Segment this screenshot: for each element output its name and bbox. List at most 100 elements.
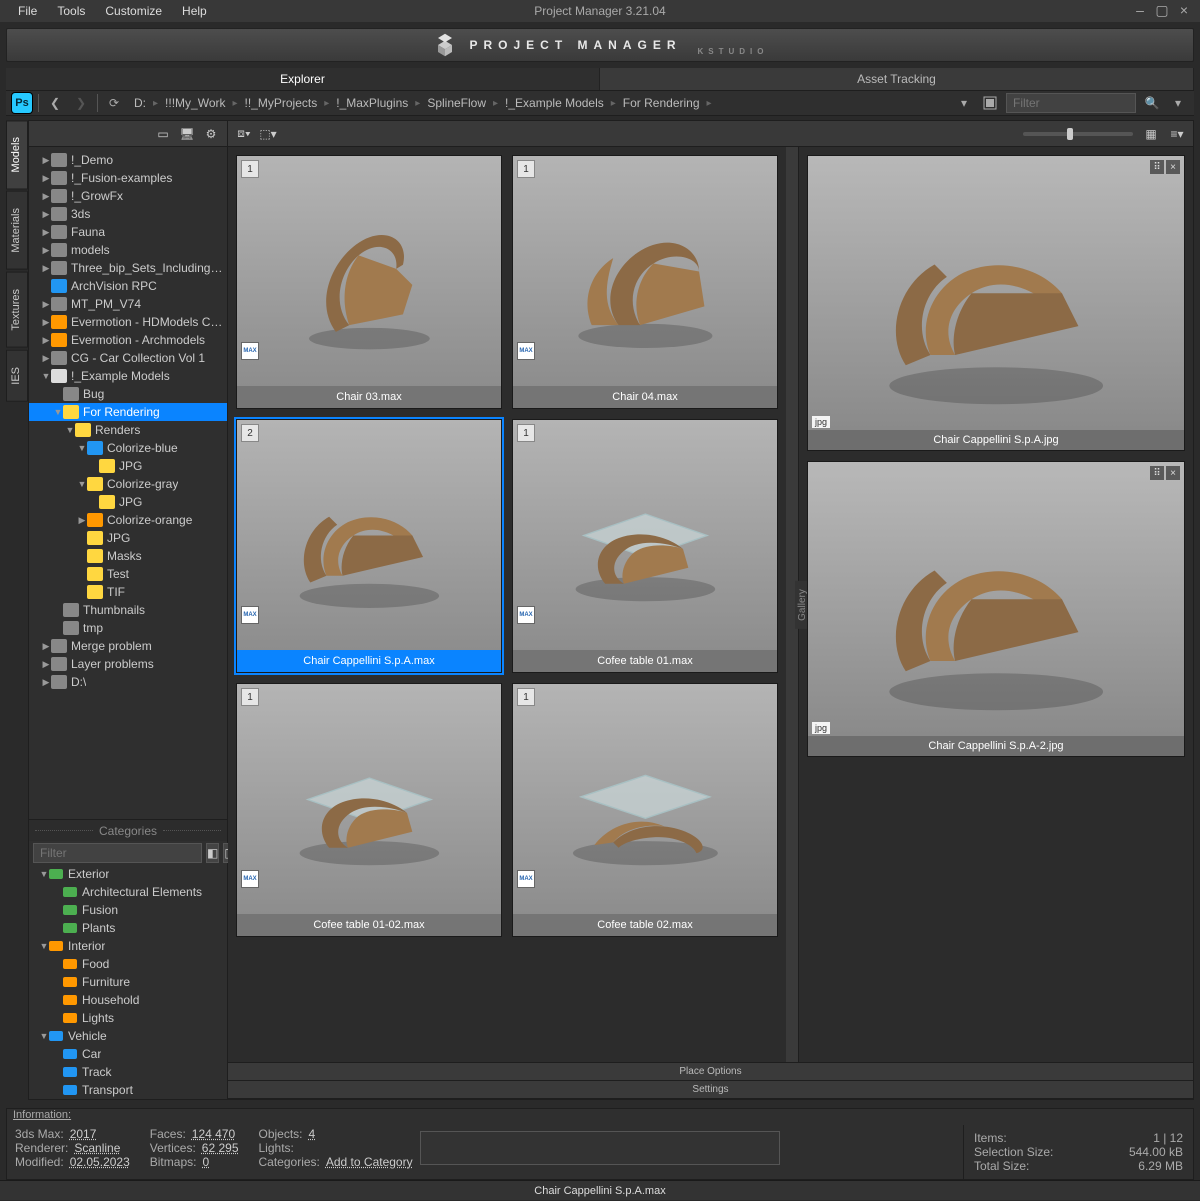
gallery-card[interactable]: ⠿× jpg Chair Cappellini S.p.A.jpg [807, 155, 1185, 451]
sidetab-ies[interactable]: IES [6, 350, 28, 402]
move-icon[interactable]: ⠿ [1150, 160, 1164, 174]
display-mode-icon[interactable] [980, 93, 1000, 113]
tree-item[interactable]: ▶Evermotion - Archmodels [29, 331, 227, 349]
tree-item[interactable]: ▶Evermotion - HDModels Cars v [29, 313, 227, 331]
breadcrumb-item[interactable]: For Rendering [623, 96, 700, 110]
thumbnail-grid[interactable]: 1 MAX Chair 03.max1 MAX Chair 04.max2 MA… [228, 147, 786, 1062]
category-item[interactable]: Track [29, 1063, 227, 1081]
tree-item[interactable]: Thumbnails [29, 601, 227, 619]
view-list-icon[interactable]: ≡▾ [1169, 126, 1185, 142]
tree-item[interactable]: ▼!_Example Models [29, 367, 227, 385]
category-item[interactable]: Transport [29, 1081, 227, 1099]
tree-item[interactable]: ▶Fauna [29, 223, 227, 241]
nav-back[interactable]: ❮ [45, 93, 65, 113]
status-drop-area[interactable] [420, 1131, 780, 1165]
gear-icon[interactable]: ⚙ [203, 126, 219, 142]
sidetab-models[interactable]: Models [6, 120, 28, 189]
category-item[interactable]: Food [29, 955, 227, 973]
category-item[interactable]: ▼Vehicle [29, 1027, 227, 1045]
breadcrumb-item[interactable]: D: [134, 96, 146, 110]
tree-item[interactable]: ▶!_Fusion-examples [29, 169, 227, 187]
category-tree[interactable]: ▼ExteriorArchitectural ElementsFusionPla… [29, 865, 227, 1099]
category-item[interactable]: ▼Interior [29, 937, 227, 955]
tree-item[interactable]: ▶Colorize-orange [29, 511, 227, 529]
move-icon[interactable]: ⠿ [1150, 466, 1164, 480]
thumbnail-card[interactable]: 1 MAX Chair 04.max [512, 155, 778, 409]
filter-drop-icon[interactable]: ▾ [1168, 93, 1188, 113]
tree-item[interactable]: ▼Renders [29, 421, 227, 439]
nav-fwd[interactable]: ❯ [71, 93, 91, 113]
menu-tools[interactable]: Tools [47, 4, 95, 18]
tool-cube-icon[interactable]: ⧈▾ [236, 126, 252, 142]
breadcrumb-item[interactable]: !_Example Models [505, 96, 604, 110]
window-minimize[interactable]: – [1130, 3, 1150, 19]
window-maximize[interactable]: ▢ [1152, 3, 1172, 19]
tree-item[interactable]: ▶!_GrowFx [29, 187, 227, 205]
thumbnail-card[interactable]: 2 MAX Chair Cappellini S.p.A.max [236, 419, 502, 673]
photoshop-icon[interactable]: Ps [12, 93, 32, 113]
category-item[interactable]: Fusion [29, 901, 227, 919]
tree-item[interactable]: ▶Layer problems [29, 655, 227, 673]
tree-item[interactable]: ▼Colorize-gray [29, 475, 227, 493]
tree-item[interactable]: JPG [29, 457, 227, 475]
tree-item[interactable]: ▼For Rendering [29, 403, 227, 421]
tree-item[interactable]: ArchVision RPC [29, 277, 227, 295]
window-close[interactable]: × [1174, 3, 1194, 19]
tree-item[interactable]: ▶Merge problem [29, 637, 227, 655]
tree-item[interactable]: Masks [29, 547, 227, 565]
tree-item[interactable]: ▶CG - Car Collection Vol 1 [29, 349, 227, 367]
new-folder-icon[interactable]: ▭ [155, 126, 171, 142]
breadcrumb-item[interactable]: !_MaxPlugins [336, 96, 408, 110]
folder-tree[interactable]: ▶!_Demo▶!_Fusion-examples▶!_GrowFx▶3ds▶F… [29, 147, 227, 819]
thumbnail-card[interactable]: 1 MAX Chair 03.max [236, 155, 502, 409]
bottom-tab-settings[interactable]: Settings [228, 1081, 1193, 1099]
category-item[interactable]: Car [29, 1045, 227, 1063]
menu-file[interactable]: File [8, 4, 47, 18]
tree-item[interactable]: Bug [29, 385, 227, 403]
menu-help[interactable]: Help [172, 4, 217, 18]
view-grid-icon[interactable]: ▦ [1143, 126, 1159, 142]
tab-asset-tracking[interactable]: Asset Tracking [600, 68, 1194, 90]
close-icon[interactable]: × [1166, 160, 1180, 174]
category-item[interactable]: Household [29, 991, 227, 1009]
gallery-card[interactable]: ⠿× jpg Chair Cappellini S.p.A-2.jpg [807, 461, 1185, 757]
tree-item[interactable]: ▼Colorize-blue [29, 439, 227, 457]
thumbnail-card[interactable]: 1 MAX Cofee table 01.max [512, 419, 778, 673]
breadcrumb-item[interactable]: SplineFlow [427, 96, 486, 110]
category-item[interactable]: Furniture [29, 973, 227, 991]
tab-explorer[interactable]: Explorer [6, 68, 600, 90]
tree-item[interactable]: JPG [29, 493, 227, 511]
breadcrumb-dropdown[interactable]: ▾ [954, 93, 974, 113]
tree-item[interactable]: JPG [29, 529, 227, 547]
category-item[interactable]: ▼Exterior [29, 865, 227, 883]
bottom-tab-place[interactable]: Place Options [228, 1063, 1193, 1081]
sidetab-materials[interactable]: Materials [6, 191, 28, 270]
monitor-icon[interactable]: 🖥 [179, 126, 195, 142]
tree-item[interactable]: Test [29, 565, 227, 583]
tree-item[interactable]: tmp [29, 619, 227, 637]
nav-refresh[interactable]: ⟳ [104, 93, 124, 113]
breadcrumb-item[interactable]: !!_MyProjects [245, 96, 318, 110]
tree-item[interactable]: TIF [29, 583, 227, 601]
tree-item[interactable]: ▶!_Demo [29, 151, 227, 169]
category-item[interactable]: Lights [29, 1009, 227, 1027]
menu-customize[interactable]: Customize [95, 4, 172, 18]
category-item[interactable]: Architectural Elements [29, 883, 227, 901]
thumb-size-slider[interactable] [1023, 132, 1133, 136]
thumbnail-card[interactable]: 1 MAX Cofee table 02.max [512, 683, 778, 937]
category-filter-input[interactable] [33, 843, 202, 863]
category-item[interactable]: Plants [29, 919, 227, 937]
tool-cubes-icon[interactable]: ⬚▾ [260, 126, 276, 142]
sidetab-textures[interactable]: Textures [6, 272, 28, 348]
tree-item[interactable]: ▶Three_bip_Sets_Including_Som [29, 259, 227, 277]
tree-item[interactable]: ▶3ds [29, 205, 227, 223]
breadcrumb-item[interactable]: !!!My_Work [165, 96, 225, 110]
filter-input[interactable] [1006, 93, 1136, 113]
category-btn-1[interactable]: ◧ [206, 843, 219, 863]
tree-item[interactable]: ▶models [29, 241, 227, 259]
tree-item[interactable]: ▶MT_PM_V74 [29, 295, 227, 313]
tree-item[interactable]: ▶D:\ [29, 673, 227, 691]
search-icon[interactable]: 🔍 [1142, 93, 1162, 113]
thumbnail-card[interactable]: 1 MAX Cofee table 01-02.max [236, 683, 502, 937]
close-icon[interactable]: × [1166, 466, 1180, 480]
